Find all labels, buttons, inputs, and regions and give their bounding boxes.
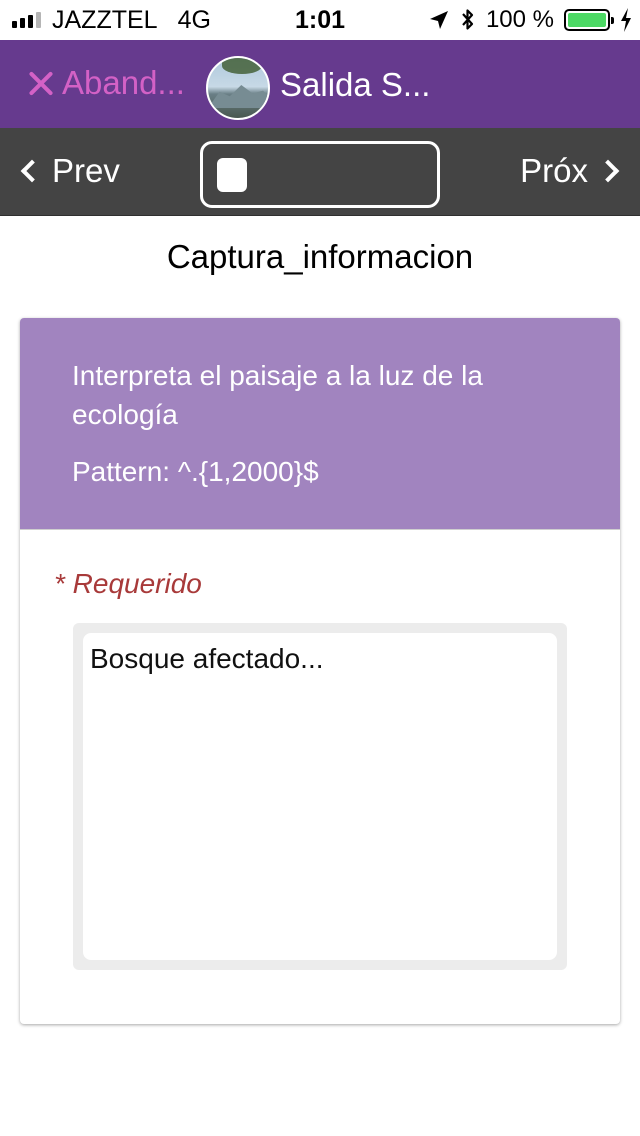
required-label: * Requerido [54,568,202,599]
page-title: Captura_informacion [166,238,474,275]
navigation-bar: Prev Próx [0,128,640,216]
form-avatar [206,56,270,120]
abandon-button[interactable]: Aband... [28,64,185,102]
battery-fill [568,13,606,27]
progress-fill [217,158,247,192]
next-label: Próx [520,152,588,189]
chevron-left-icon [20,159,44,183]
question-text: Interpreta el paisaje a la luz de la eco… [72,360,483,430]
question-card: Interpreta el paisaje a la luz de la eco… [20,318,620,1024]
progress-indicator[interactable] [200,141,440,208]
charging-bolt-icon [621,8,631,32]
leaves-image [222,58,262,74]
answer-field-frame: Bosque afectado... [73,623,567,970]
bluetooth-icon [462,9,474,30]
location-arrow-icon [429,11,448,29]
next-button[interactable]: Próx [520,152,622,190]
battery-icon [564,9,614,31]
battery-percent: 100 % [485,6,554,33]
prev-label: Prev [52,152,120,189]
form-title: Salida S... [280,66,431,103]
close-icon [28,70,54,96]
status-bar: JAZZTEL 4G 1:01 100 % [0,0,640,40]
chevron-right-icon [596,159,620,183]
answer-textarea[interactable]: Bosque afectado... [83,633,557,960]
status-right-group: 100 % [428,6,632,34]
prev-button[interactable]: Prev [18,152,120,190]
abandon-label: Aband... [62,64,185,101]
question-header: Interpreta el paisaje a la luz de la eco… [20,318,620,530]
pattern-hint: Pattern: ^.{1,2000}$ [72,456,319,487]
app-header: Aband... Salida S... [0,40,640,128]
mountain-image [208,85,268,108]
